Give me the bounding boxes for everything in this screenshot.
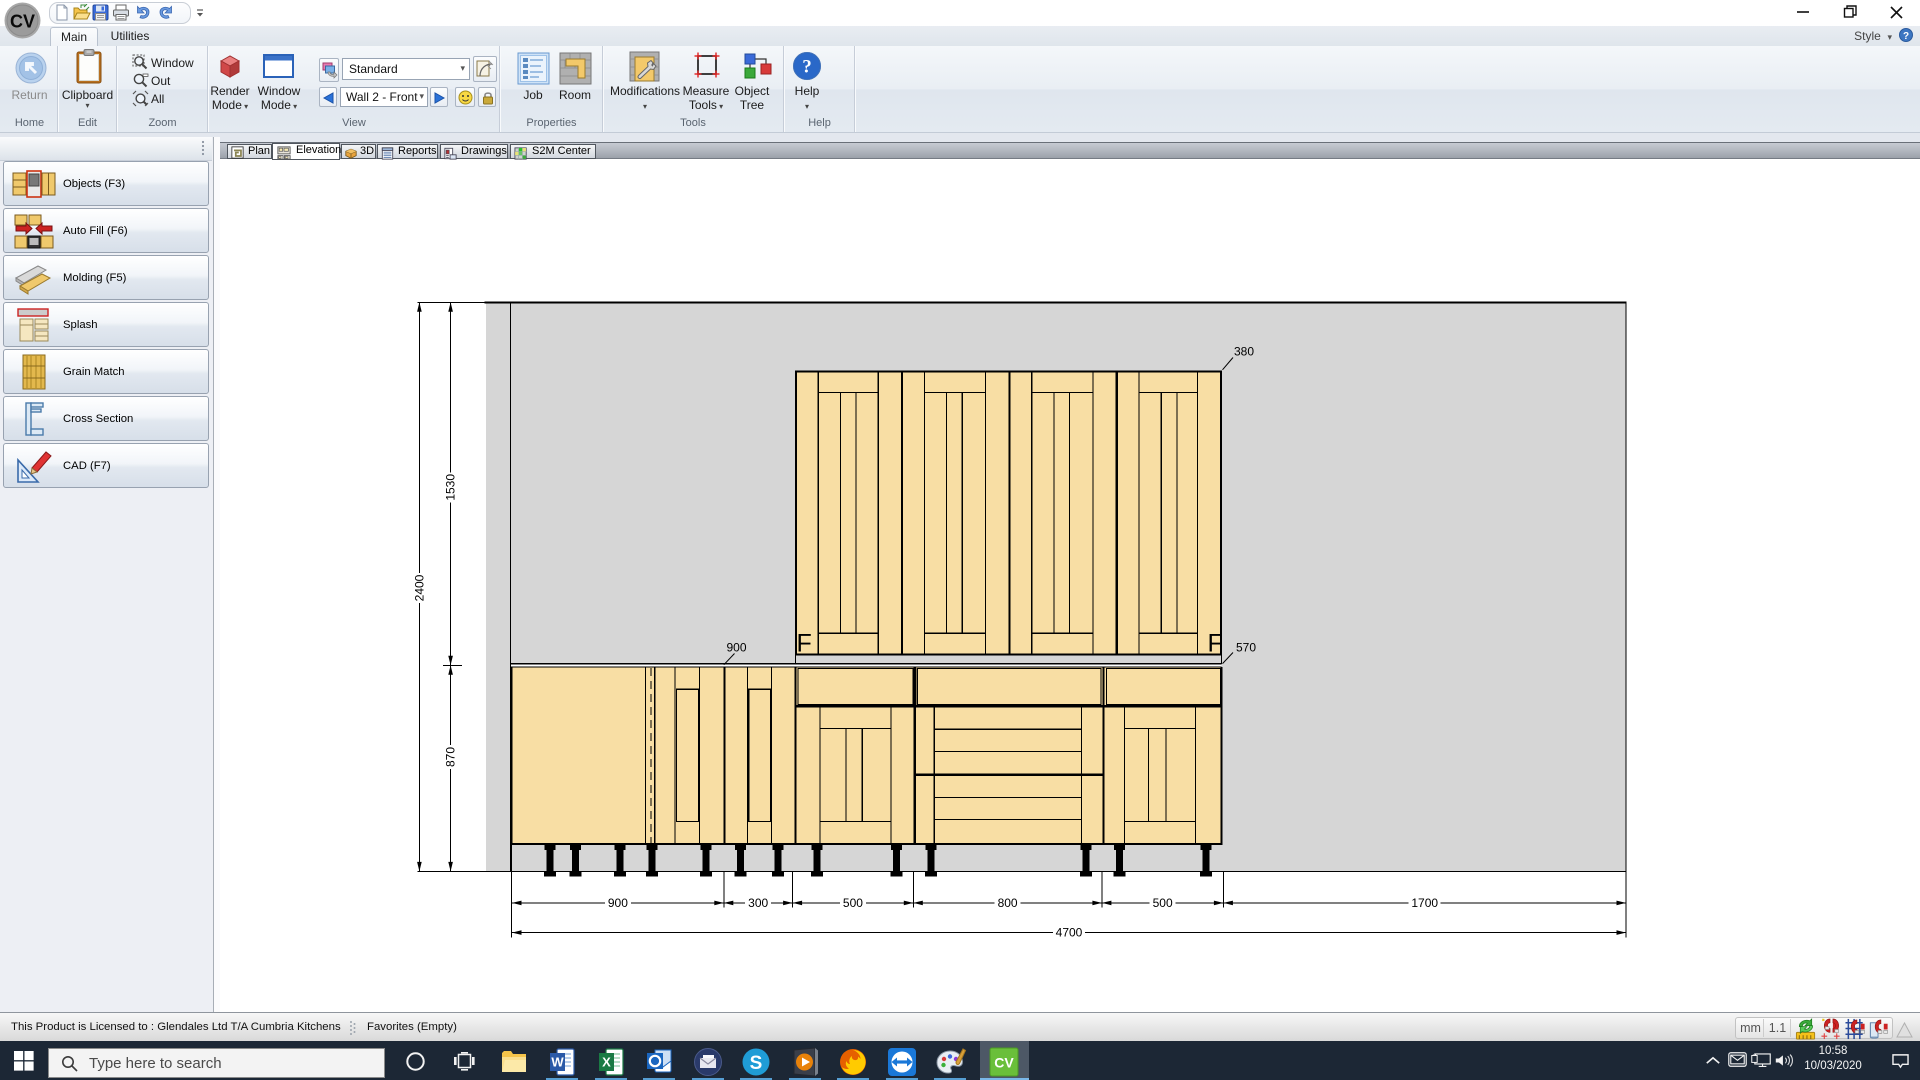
svg-text:870: 870 bbox=[444, 747, 458, 767]
svg-text:500: 500 bbox=[1153, 896, 1173, 910]
svg-text:300: 300 bbox=[748, 896, 768, 910]
svg-text:570: 570 bbox=[1236, 641, 1256, 655]
svg-text:F: F bbox=[1208, 630, 1223, 658]
svg-text:900: 900 bbox=[727, 641, 747, 655]
svg-text:X: X bbox=[602, 1055, 611, 1070]
svg-text:CV: CV bbox=[994, 1055, 1014, 1071]
svg-text:4700: 4700 bbox=[1056, 926, 1083, 940]
svg-text:W: W bbox=[551, 1055, 564, 1070]
svg-text:CV: CV bbox=[10, 12, 35, 32]
svg-text:?: ? bbox=[1903, 31, 1909, 42]
svg-text:1700: 1700 bbox=[1411, 896, 1438, 910]
svg-text:380: 380 bbox=[1234, 345, 1254, 359]
svg-text:F: F bbox=[797, 630, 812, 658]
svg-text:1530: 1530 bbox=[444, 474, 458, 501]
svg-text:800: 800 bbox=[998, 896, 1018, 910]
svg-text:S: S bbox=[750, 1053, 763, 1074]
svg-text:900: 900 bbox=[608, 896, 628, 910]
svg-text:2400: 2400 bbox=[412, 574, 426, 601]
svg-text:?: ? bbox=[802, 57, 812, 78]
svg-text:500: 500 bbox=[843, 896, 863, 910]
